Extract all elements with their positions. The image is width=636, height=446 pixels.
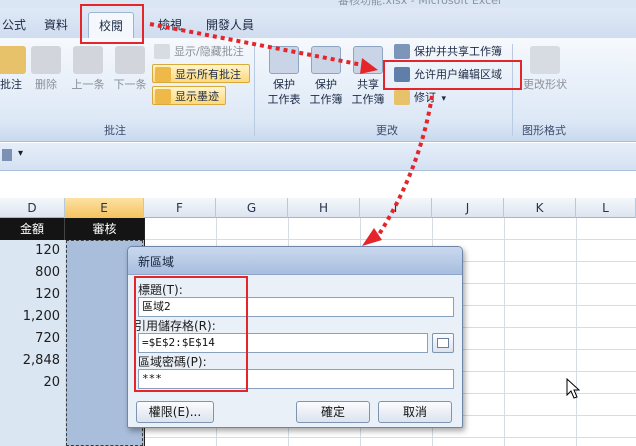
mouse-cursor-icon (566, 378, 580, 399)
arrow-line-2 (376, 95, 434, 238)
annotation-arrows (149, 22, 434, 246)
arrow-line-1 (149, 22, 369, 68)
excel-window: 審核功能.xlsx - Microsoft Excel 公式 資料 校閱 檢視 … (0, 0, 636, 446)
arrowhead-1 (360, 58, 378, 74)
